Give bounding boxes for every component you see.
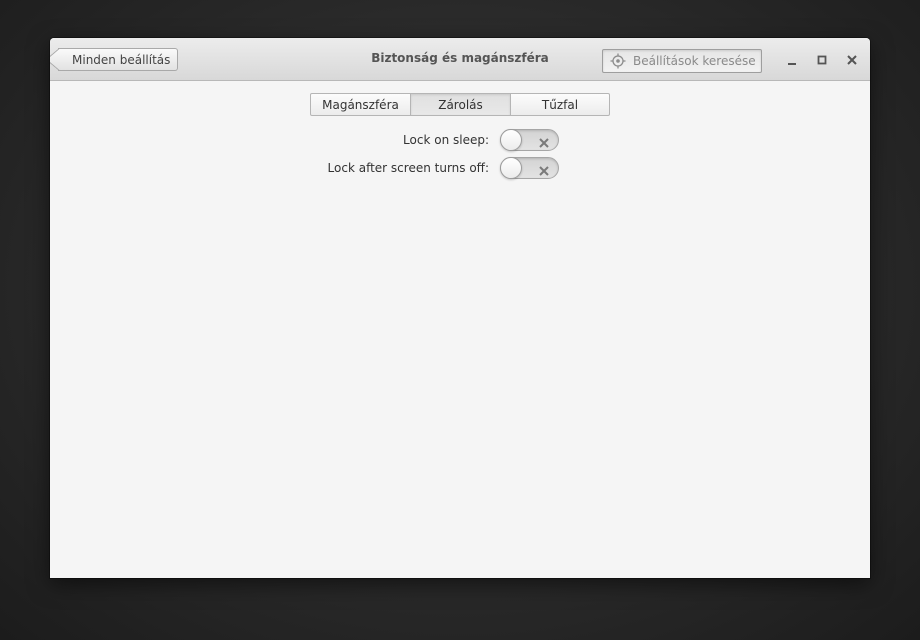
- switch-knob: [500, 157, 522, 179]
- tab-label: Magánszféra: [322, 97, 399, 112]
- setting-row-lock-after-screen-off: Lock after screen turns off:: [50, 156, 870, 180]
- tab-locking[interactable]: Zárolás: [410, 94, 510, 115]
- minimize-icon: [786, 51, 798, 70]
- tab-label: Tűzfal: [541, 97, 579, 112]
- lock-after-screen-off-switch[interactable]: [500, 157, 559, 179]
- search-input[interactable]: [633, 54, 755, 68]
- close-button[interactable]: [844, 52, 860, 68]
- search-icon: [603, 50, 633, 72]
- lock-on-sleep-label: Lock on sleep:: [403, 133, 489, 147]
- back-button-label: Minden beállítás: [72, 52, 171, 67]
- minimize-button[interactable]: [784, 52, 800, 68]
- tab-firewall[interactable]: Tűzfal: [510, 94, 609, 115]
- back-button[interactable]: Minden beállítás: [58, 48, 179, 71]
- titlebar: Minden beállítás Biztonság és magánszfér…: [50, 38, 870, 81]
- setting-row-lock-on-sleep: Lock on sleep:: [50, 128, 870, 152]
- tab-bar: Magánszféra Zárolás Tűzfal: [310, 93, 610, 116]
- off-x-icon: [538, 134, 550, 148]
- tab-label: Zárolás: [438, 97, 483, 112]
- switch-knob: [500, 129, 522, 151]
- lock-after-screen-off-label: Lock after screen turns off:: [327, 161, 489, 175]
- maximize-button[interactable]: [814, 52, 830, 68]
- settings-window: Minden beállítás Biztonság és magánszfér…: [50, 38, 870, 578]
- search-field[interactable]: [602, 49, 762, 73]
- off-x-icon: [538, 162, 550, 176]
- maximize-icon: [816, 51, 828, 70]
- lock-on-sleep-switch[interactable]: [500, 129, 559, 151]
- content-area: Magánszféra Zárolás Tűzfal Lock on sleep…: [50, 81, 870, 578]
- close-icon: [846, 51, 858, 70]
- tab-privacy[interactable]: Magánszféra: [311, 94, 410, 115]
